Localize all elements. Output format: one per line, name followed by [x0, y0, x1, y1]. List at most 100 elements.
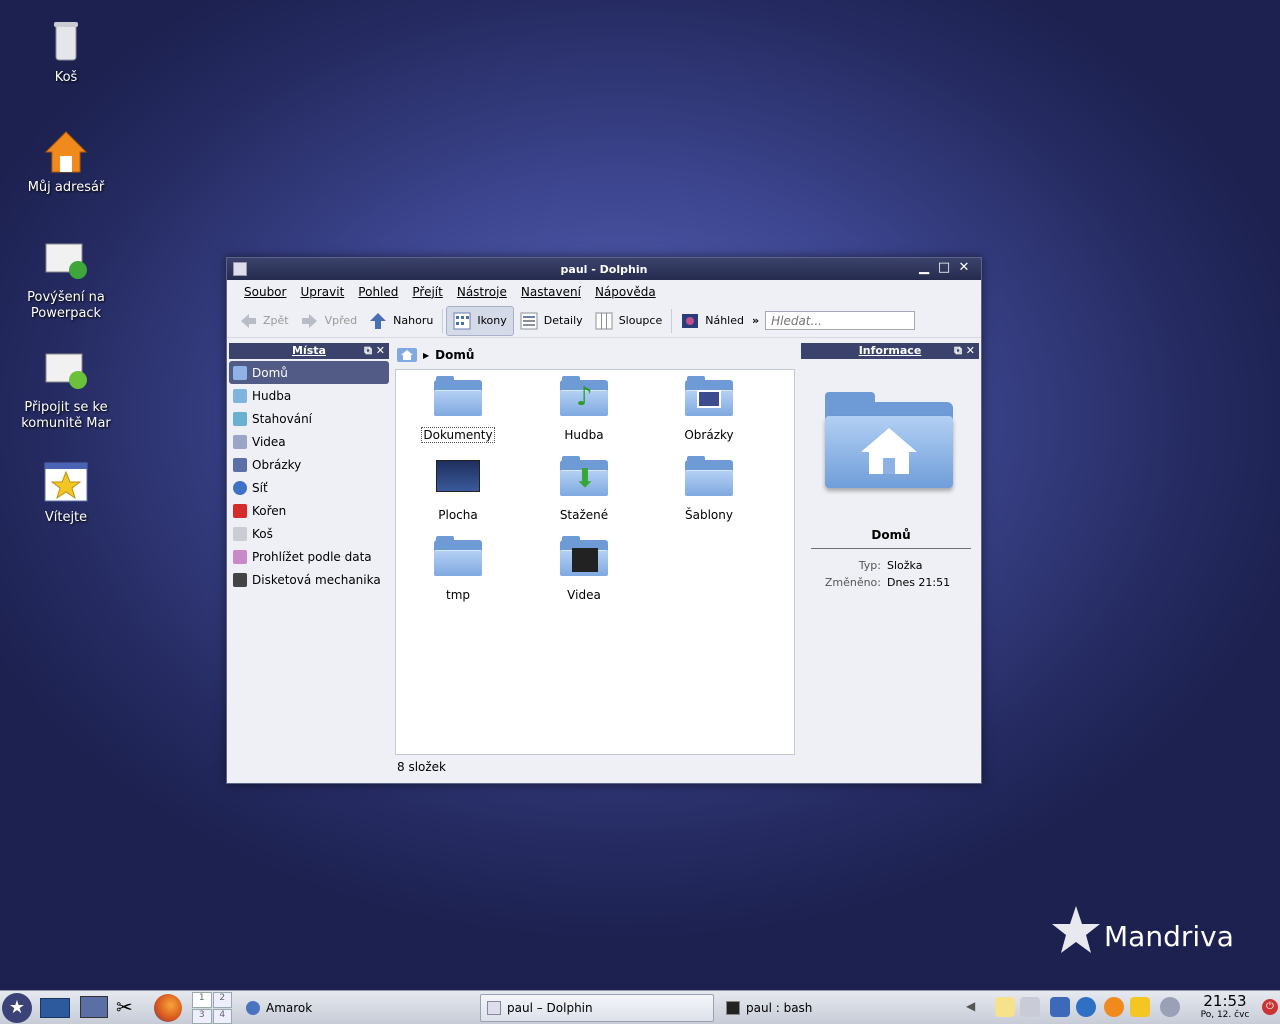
floppy-icon: [233, 572, 247, 587]
powerpack-icon: [42, 238, 90, 286]
dolphin-window[interactable]: paul - Dolphin ▁ □ ✕ Soubor Upravit Pohl…: [226, 257, 982, 784]
menu-napoveda[interactable]: Nápověda: [588, 285, 663, 299]
toolbar-separator: [442, 308, 444, 333]
download-folder-icon: [233, 411, 247, 426]
place-stahovani[interactable]: Stahování: [229, 407, 389, 430]
info-preview-home-folder-icon: [825, 386, 955, 490]
places-panel-header: Místa ⧉ ✕: [229, 343, 389, 359]
details-view-button[interactable]: Detaily: [514, 306, 589, 336]
close-button[interactable]: ✕: [957, 261, 971, 275]
file-item-dokumenty[interactable]: Dokumenty: [408, 376, 508, 443]
toolbar-overflow-button[interactable]: »: [750, 306, 761, 336]
download-folder-icon: ⬇: [560, 456, 608, 500]
virtual-desktop-pager[interactable]: 1 2 3 4: [192, 992, 232, 1024]
breadcrumb-current[interactable]: Domů: [435, 348, 474, 362]
security-shield-icon[interactable]: [1130, 997, 1150, 1017]
desktop-icon-powerpack[interactable]: Povýšení na Powerpack: [11, 238, 121, 322]
place-obrazky[interactable]: Obrázky: [229, 453, 389, 476]
columns-view-button[interactable]: Sloupce: [589, 306, 669, 336]
maximize-button[interactable]: □: [937, 261, 951, 275]
clock-time: 21:53: [1203, 992, 1247, 1010]
network-icon[interactable]: [1050, 997, 1070, 1017]
info-icon[interactable]: [1160, 997, 1180, 1017]
place-videa[interactable]: Videa: [229, 430, 389, 453]
help-icon[interactable]: [1104, 997, 1124, 1017]
file-view[interactable]: Dokumenty ♪ Hudba Obrázky Plocha ⬇ Staže…: [395, 369, 795, 755]
place-hudba[interactable]: Hudba: [229, 384, 389, 407]
icons-view-button[interactable]: Ikony: [446, 305, 514, 336]
documents-folder-icon: [434, 376, 482, 420]
up-button[interactable]: Nahoru: [363, 306, 439, 336]
file-item-tmp[interactable]: tmp: [408, 536, 508, 602]
task-amarok[interactable]: Amarok: [240, 994, 470, 1022]
place-domu[interactable]: Domů: [229, 361, 389, 384]
file-item-sablony[interactable]: Šablony: [659, 456, 759, 522]
place-disketova-mechanika[interactable]: Disketová mechanika: [229, 568, 389, 591]
terminal-icon: [726, 1001, 740, 1015]
music-folder-icon: [233, 388, 247, 403]
file-item-videa[interactable]: Videa: [534, 536, 634, 602]
file-item-hudba[interactable]: ♪ Hudba: [534, 376, 634, 442]
home-breadcrumb-icon[interactable]: [397, 347, 417, 363]
task-dolphin[interactable]: paul – Dolphin: [480, 994, 714, 1022]
mandriva-logo: Mandriva: [1044, 902, 1244, 972]
forward-button[interactable]: Vpřed: [295, 306, 364, 336]
desktop-icon-community[interactable]: Připojit se ke komunitě Mar: [11, 348, 121, 432]
calendar-icon: [233, 549, 247, 564]
pager-desktop-3[interactable]: 3: [192, 1008, 212, 1024]
menubar: Soubor Upravit Pohled Přejít Nástroje Na…: [227, 280, 981, 304]
menu-nastroje[interactable]: Nástroje: [450, 285, 514, 299]
folder-icon: [434, 536, 482, 580]
info-row-modified: Změněno: Dnes 21:51: [824, 576, 951, 589]
search-input[interactable]: [765, 311, 916, 330]
menu-nastaveni[interactable]: Nastavení: [514, 285, 588, 299]
arrow-right-icon: [301, 313, 317, 328]
home-folder-icon: [233, 365, 247, 380]
computer-icon[interactable]: [80, 996, 108, 1018]
place-prohlizet-podle-data[interactable]: Prohlížet podle data: [229, 545, 389, 568]
update-icon[interactable]: [1076, 997, 1096, 1017]
menu-upravit[interactable]: Upravit: [293, 285, 351, 299]
show-desktop-icon[interactable]: [40, 998, 70, 1018]
minimize-button[interactable]: ▁: [917, 261, 931, 275]
desktop-icon-home[interactable]: Můj adresář: [11, 128, 121, 196]
menu-soubor[interactable]: Soubor: [237, 285, 293, 299]
trash-icon: [42, 18, 90, 66]
pager-desktop-2[interactable]: 2: [212, 992, 232, 1008]
volume-icon[interactable]: [1020, 997, 1040, 1017]
window-titlebar[interactable]: paul - Dolphin ▁ □ ✕: [227, 258, 981, 280]
panel-float-close-icons[interactable]: ⧉ ✕: [954, 343, 975, 359]
file-item-plocha[interactable]: Plocha: [408, 456, 508, 522]
pager-desktop-4[interactable]: 4: [212, 1008, 232, 1024]
file-item-obrazky[interactable]: Obrázky: [659, 376, 759, 442]
tray-collapse-arrow-icon[interactable]: ◀: [966, 999, 975, 1013]
preview-button[interactable]: Náhled: [675, 306, 750, 336]
place-sit[interactable]: Síť: [229, 476, 389, 499]
columns-view-icon: [595, 312, 613, 329]
desktop-icon-welcome[interactable]: Vítejte: [11, 458, 121, 526]
status-bar: 8 složek: [397, 760, 447, 774]
place-koren[interactable]: Kořen: [229, 499, 389, 522]
video-folder-icon: [233, 434, 247, 449]
pager-desktop-1[interactable]: 1: [192, 992, 212, 1008]
back-button[interactable]: Zpět: [233, 306, 295, 336]
start-menu-star-icon[interactable]: ★: [2, 993, 32, 1023]
menu-pohled[interactable]: Pohled: [351, 285, 405, 299]
configure-tools-icon[interactable]: ✂: [116, 995, 133, 1019]
task-bash[interactable]: paul : bash: [720, 994, 960, 1022]
window-title: paul - Dolphin: [560, 262, 648, 276]
file-item-stazene[interactable]: ⬇ Stažené: [534, 456, 634, 522]
community-icon: [42, 348, 90, 396]
clock[interactable]: 21:53 Po, 12. čvc: [1194, 992, 1256, 1020]
clipboard-icon[interactable]: [995, 997, 1015, 1017]
network-globe-icon: [233, 480, 247, 495]
amarok-icon: [246, 1001, 260, 1015]
place-kos[interactable]: Koš: [229, 522, 389, 545]
power-icon[interactable]: ⏻: [1262, 999, 1278, 1015]
firefox-icon[interactable]: [154, 994, 182, 1022]
panel-float-close-icons[interactable]: ⧉ ✕: [364, 343, 385, 359]
menu-prejit[interactable]: Přejít: [405, 285, 449, 299]
video-folder-icon: [560, 536, 608, 580]
dolphin-app-icon[interactable]: [233, 262, 247, 276]
desktop-icon-trash[interactable]: Koš: [11, 18, 121, 86]
